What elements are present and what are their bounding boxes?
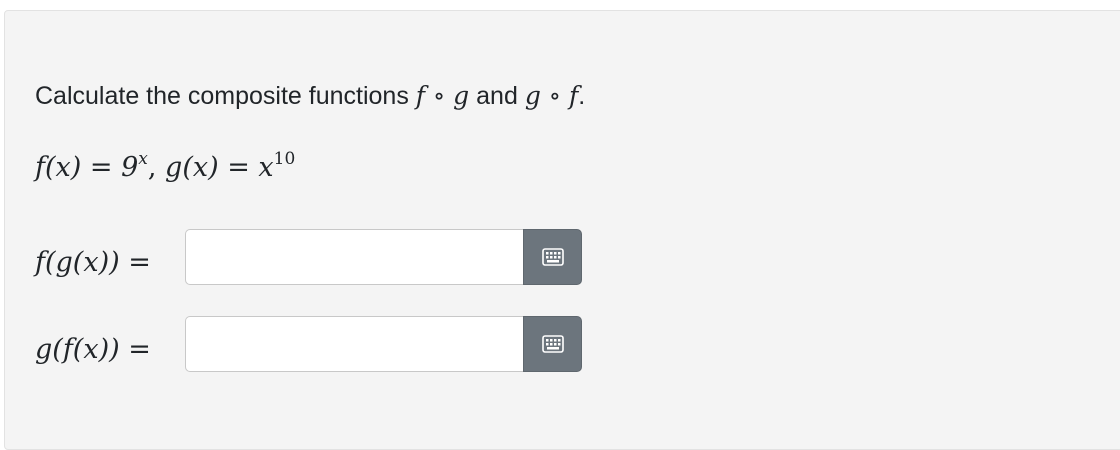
question-prompt: Calculate the composite functions f ∘ g … — [35, 81, 585, 111]
answer-input-gof[interactable] — [185, 316, 525, 372]
answer-input-fog[interactable] — [185, 229, 525, 285]
prompt-end: . — [578, 82, 586, 110]
question-panel: Calculate the composite functions f ∘ g … — [4, 10, 1120, 450]
prompt-math-fog: f ∘ g — [415, 81, 470, 110]
answer-label-gof: g(f(x)) = — [35, 334, 151, 365]
f-definition: f(x) = 9 — [35, 152, 139, 183]
keyboard-icon — [541, 335, 564, 353]
prompt-math-gof: g ∘ f — [524, 81, 579, 110]
answer-label-fog: f(g(x)) = — [35, 247, 151, 278]
given-functions: f(x) = 9x, g(x) = x10 — [35, 149, 296, 183]
math-keyboard-button-gof[interactable] — [523, 316, 582, 372]
f-exponent: x — [138, 149, 148, 169]
prompt-and: and — [476, 82, 518, 110]
g-exponent: 10 — [273, 149, 296, 169]
math-keyboard-button-fog[interactable] — [523, 229, 582, 285]
prompt-text: Calculate the composite functions — [35, 82, 409, 110]
given-separator: , — [147, 152, 166, 183]
keyboard-icon — [541, 248, 564, 266]
g-definition: g(x) = x — [165, 152, 274, 183]
